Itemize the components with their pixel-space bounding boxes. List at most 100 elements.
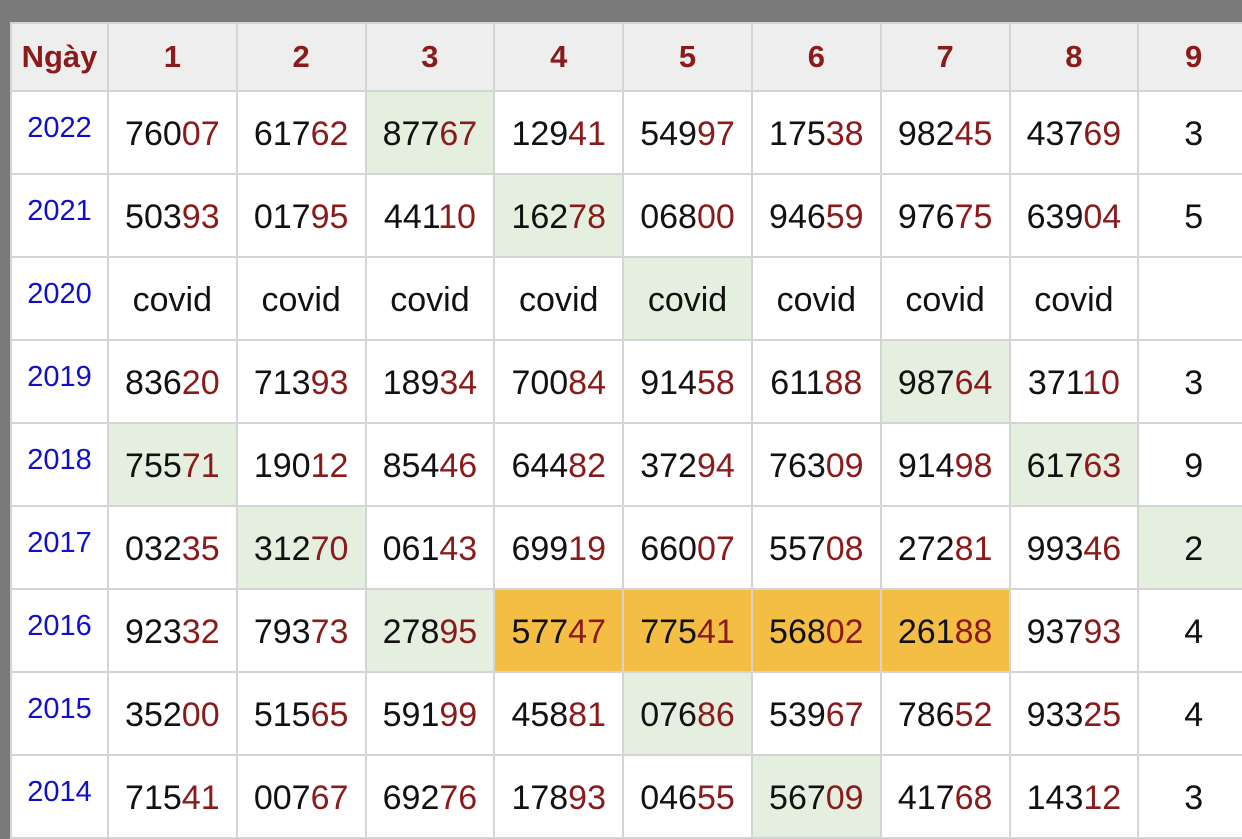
result-last-two-digits: 32 — [181, 613, 220, 651]
result-leading-digits: 577 — [511, 613, 569, 651]
result-leading-digits: 371 — [1027, 364, 1083, 402]
result-last-two-digits: 93 — [310, 364, 349, 402]
result-last-two-digits: 52 — [954, 696, 993, 734]
result-leading-digits: covid — [647, 281, 728, 319]
result-last-two-digits: 75 — [954, 198, 993, 236]
result-cell: 54997 — [622, 90, 753, 175]
result-last-two-digits: 45 — [954, 115, 993, 153]
result-last-two-digits: 41 — [181, 779, 220, 817]
result-last-two-digits: 78 — [568, 198, 606, 236]
result-leading-digits: 032 — [125, 530, 182, 568]
result-cell: 71393 — [235, 339, 367, 424]
result-leading-digits: 568 — [769, 613, 826, 651]
result-cell: 64482 — [493, 422, 625, 507]
result-last-two-digits: 94 — [696, 447, 735, 485]
result-cell: 70084 — [493, 339, 625, 424]
result-leading-digits: 591 — [382, 696, 440, 734]
result-cell: covid — [235, 256, 367, 341]
result-leading-digits: 9 — [1184, 447, 1204, 485]
result-leading-digits: 786 — [897, 696, 955, 734]
result-leading-digits: 5 — [1184, 198, 1204, 236]
result-cell: 57747 — [493, 588, 625, 673]
result-leading-digits: 372 — [640, 447, 697, 485]
result-last-two-digits: 62 — [310, 115, 349, 153]
table-row: 2014 71541 00767 69276 17893 04655 56709 41768 1… — [10, 754, 1242, 839]
result-last-two-digits: 08 — [825, 530, 864, 568]
result-cell: covid — [493, 256, 625, 341]
year-link[interactable]: 2021 — [10, 173, 109, 258]
result-cell: 91458 — [622, 339, 753, 424]
result-cell: 98764 — [879, 339, 1011, 424]
table-row: 2015 35200 51565 59199 45881 07686 53967 78652 9… — [10, 671, 1242, 756]
year-link[interactable]: 2019 — [10, 339, 109, 424]
result-last-two-digits: 34 — [439, 364, 478, 402]
year-link[interactable]: 2016 — [10, 588, 109, 673]
result-cell: 77541 — [622, 588, 753, 673]
result-last-two-digits: 65 — [310, 696, 349, 734]
result-leading-digits: 503 — [125, 198, 182, 236]
result-leading-digits: 3 — [1184, 779, 1204, 817]
result-leading-digits: 923 — [125, 613, 182, 651]
result-last-two-digits: 98 — [954, 447, 993, 485]
result-cell: 61762 — [235, 90, 367, 175]
result-leading-digits: covid — [261, 281, 341, 319]
result-cell: 18934 — [364, 339, 496, 424]
result-leading-digits: covid — [905, 281, 985, 319]
result-leading-digits: 515 — [253, 696, 311, 734]
year-link[interactable]: 2020 — [10, 256, 109, 341]
result-last-two-digits: 67 — [439, 115, 478, 153]
result-leading-digits: 715 — [125, 779, 182, 817]
result-cell: 17538 — [750, 90, 882, 175]
result-cell: 14312 — [1008, 754, 1140, 839]
result-leading-digits: 312 — [253, 530, 311, 568]
result-last-two-digits: 10 — [438, 198, 476, 236]
result-cell: 71541 — [106, 754, 238, 839]
result-leading-digits: 458 — [511, 696, 569, 734]
year-link[interactable]: 2018 — [10, 422, 109, 507]
result-cell: covid — [106, 256, 238, 341]
result-leading-digits: 933 — [1026, 696, 1084, 734]
result-last-two-digits: 88 — [954, 613, 993, 651]
result-cell: 56709 — [750, 754, 882, 839]
result-last-two-digits: 99 — [439, 696, 478, 734]
table-row: 2017 03235 31270 06143 69919 66007 55708 27281 9… — [10, 505, 1242, 590]
result-cell: 51565 — [235, 671, 367, 756]
result-cell: 19012 — [235, 422, 367, 507]
result-last-two-digits: 38 — [825, 115, 864, 153]
result-last-two-digits: 46 — [1083, 530, 1122, 568]
year-link[interactable]: 2014 — [10, 754, 109, 839]
result-leading-digits: 611 — [770, 364, 825, 402]
result-cell: 9 — [1137, 422, 1242, 507]
table-frame: Ngày 123456789 2022 76007 61762 87767 12941 5… — [0, 0, 1242, 839]
result-cell: 17893 — [493, 754, 625, 839]
result-cell: 59199 — [364, 671, 496, 756]
result-leading-digits: 539 — [769, 696, 826, 734]
result-last-two-digits: 43 — [439, 530, 478, 568]
result-cell: 06800 — [622, 173, 753, 258]
result-leading-digits: 617 — [253, 115, 311, 153]
result-leading-digits: 272 — [897, 530, 955, 568]
result-leading-digits: 017 — [253, 198, 311, 236]
header-day-9: 9 — [1137, 22, 1242, 92]
result-cell: 3 — [1137, 754, 1242, 839]
result-cell: 85446 — [364, 422, 496, 507]
header-day-1: 1 — [106, 22, 238, 92]
result-cell: 69276 — [364, 754, 496, 839]
result-last-two-digits: 86 — [696, 696, 735, 734]
result-leading-digits: 775 — [640, 613, 697, 651]
year-link[interactable]: 2022 — [10, 90, 109, 175]
result-last-two-digits: 67 — [310, 779, 349, 817]
result-last-two-digits: 93 — [568, 779, 606, 817]
result-cell: 45881 — [493, 671, 625, 756]
result-cell: 5 — [1137, 173, 1242, 258]
year-link[interactable]: 2015 — [10, 671, 109, 756]
year-link[interactable]: 2017 — [10, 505, 109, 590]
result-leading-digits: 617 — [1026, 447, 1084, 485]
result-cell: 3 — [1137, 90, 1242, 175]
result-last-two-digits: 35 — [181, 530, 220, 568]
result-leading-digits: 557 — [769, 530, 826, 568]
result-leading-digits: covid — [776, 281, 856, 319]
result-leading-digits: covid — [132, 281, 213, 319]
result-last-two-digits: 97 — [696, 115, 735, 153]
result-leading-digits: 692 — [382, 779, 440, 817]
